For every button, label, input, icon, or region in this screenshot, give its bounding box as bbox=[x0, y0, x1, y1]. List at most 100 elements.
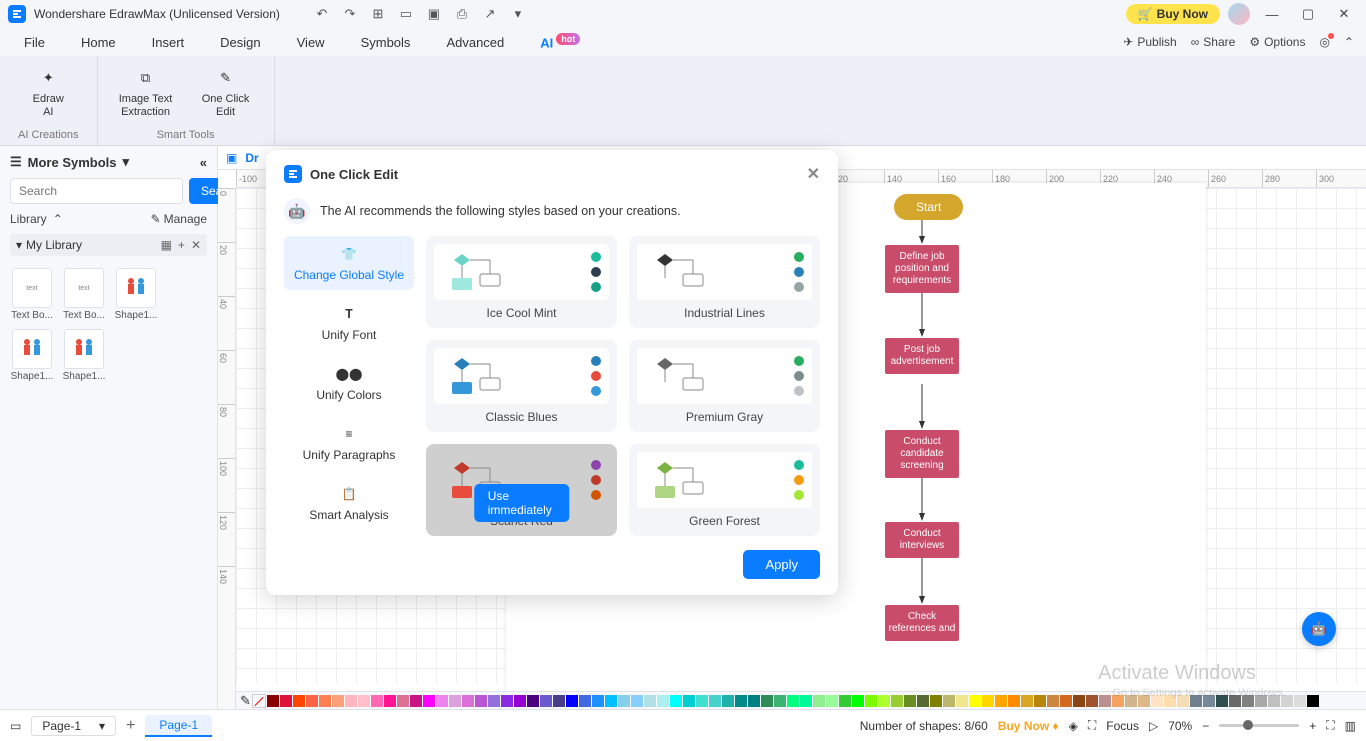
color-swatch[interactable] bbox=[826, 695, 838, 707]
color-swatch[interactable] bbox=[358, 695, 370, 707]
user-avatar[interactable] bbox=[1228, 3, 1250, 25]
color-swatch[interactable] bbox=[774, 695, 786, 707]
page-tab[interactable]: Page-1 bbox=[145, 715, 212, 737]
color-swatch[interactable] bbox=[1229, 695, 1241, 707]
color-swatch[interactable] bbox=[1073, 695, 1085, 707]
style-card[interactable]: Use immediatelyScarlet Red bbox=[426, 444, 617, 536]
color-swatch[interactable] bbox=[436, 695, 448, 707]
color-swatch[interactable] bbox=[514, 695, 526, 707]
color-swatch[interactable] bbox=[995, 695, 1007, 707]
color-swatch[interactable] bbox=[1021, 695, 1033, 707]
modal-close-button[interactable]: ✕ bbox=[807, 164, 820, 184]
color-swatch[interactable] bbox=[345, 695, 357, 707]
fit-icon[interactable]: ⛶ bbox=[1088, 718, 1096, 733]
search-input[interactable] bbox=[10, 178, 183, 204]
image-text-extraction-button[interactable]: ⧉ Image Text Extraction bbox=[116, 66, 176, 119]
use-immediately-button[interactable]: Use immediately bbox=[474, 484, 570, 522]
color-swatch[interactable] bbox=[956, 695, 968, 707]
color-swatch[interactable] bbox=[501, 695, 513, 707]
style-card[interactable]: Ice Cool Mint bbox=[426, 236, 617, 328]
save-icon[interactable]: ▣ bbox=[424, 4, 444, 24]
color-swatch[interactable] bbox=[1307, 695, 1319, 707]
color-swatch[interactable] bbox=[1177, 695, 1189, 707]
open-icon[interactable]: ▭ bbox=[396, 4, 416, 24]
color-swatch[interactable] bbox=[410, 695, 422, 707]
manage-button[interactable]: ✎ Manage bbox=[151, 212, 207, 226]
collapse-panel-icon[interactable]: « bbox=[200, 155, 207, 170]
layers-icon[interactable]: ◈ bbox=[1069, 719, 1078, 733]
shape-item[interactable]: textText Bo... bbox=[62, 268, 106, 321]
color-swatch[interactable] bbox=[319, 695, 331, 707]
shape-item[interactable]: Shape1... bbox=[62, 329, 106, 382]
grid-icon[interactable]: ▦ bbox=[161, 238, 172, 252]
shape-item[interactable]: Shape1... bbox=[10, 329, 54, 382]
process-node[interactable]: Define job position and requirements bbox=[885, 245, 959, 293]
color-swatch[interactable] bbox=[878, 695, 890, 707]
publish-button[interactable]: ✈ Publish bbox=[1123, 35, 1176, 49]
close-button[interactable]: ✕ bbox=[1330, 3, 1358, 25]
color-swatch[interactable] bbox=[1138, 695, 1150, 707]
color-swatch[interactable] bbox=[722, 695, 734, 707]
color-swatch[interactable] bbox=[696, 695, 708, 707]
color-swatch[interactable] bbox=[462, 695, 474, 707]
color-swatch[interactable] bbox=[332, 695, 344, 707]
dropdown-icon[interactable]: ▾ bbox=[508, 4, 528, 24]
color-swatch[interactable] bbox=[1034, 695, 1046, 707]
color-swatch[interactable] bbox=[657, 695, 669, 707]
color-swatch[interactable] bbox=[943, 695, 955, 707]
my-library-header[interactable]: ▾My Library ▦ + ✕ bbox=[10, 234, 207, 256]
share-button[interactable]: ∞ Share bbox=[1191, 35, 1236, 49]
add-icon[interactable]: + bbox=[178, 238, 185, 252]
color-swatch[interactable] bbox=[1086, 695, 1098, 707]
menu-file[interactable]: File bbox=[24, 35, 45, 50]
color-swatch[interactable] bbox=[475, 695, 487, 707]
color-swatch[interactable] bbox=[1190, 695, 1202, 707]
color-swatch[interactable] bbox=[735, 695, 747, 707]
color-swatch[interactable] bbox=[813, 695, 825, 707]
focus-button[interactable]: Focus bbox=[1106, 719, 1139, 733]
color-swatch[interactable] bbox=[1203, 695, 1215, 707]
process-node[interactable]: Conduct candidate screening bbox=[885, 430, 959, 478]
color-swatch[interactable] bbox=[982, 695, 994, 707]
color-swatch[interactable] bbox=[540, 695, 552, 707]
color-swatch[interactable] bbox=[904, 695, 916, 707]
style-card[interactable]: Green Forest bbox=[629, 444, 820, 536]
color-swatch[interactable] bbox=[1099, 695, 1111, 707]
pages-icon[interactable]: ▭ bbox=[10, 719, 21, 733]
color-swatch[interactable] bbox=[1268, 695, 1280, 707]
start-node[interactable]: Start bbox=[894, 194, 963, 220]
eyedropper-icon[interactable]: ✎ bbox=[240, 693, 251, 709]
modal-option[interactable]: ≡Unify Paragraphs bbox=[284, 416, 414, 470]
color-swatch[interactable] bbox=[423, 695, 435, 707]
color-swatch[interactable] bbox=[384, 695, 396, 707]
color-swatch[interactable] bbox=[371, 695, 383, 707]
buy-now-button[interactable]: 🛒Buy Now bbox=[1126, 4, 1220, 24]
panel-icon[interactable]: ▥ bbox=[1345, 719, 1356, 733]
ai-chat-fab[interactable]: 🤖 bbox=[1302, 612, 1336, 646]
color-swatch[interactable] bbox=[488, 695, 500, 707]
color-swatch[interactable] bbox=[1047, 695, 1059, 707]
color-swatch[interactable] bbox=[1242, 695, 1254, 707]
color-swatch[interactable] bbox=[683, 695, 695, 707]
edraw-ai-button[interactable]: ✦ Edraw AI bbox=[18, 66, 78, 119]
color-swatch[interactable] bbox=[527, 695, 539, 707]
process-node[interactable]: Check references and bbox=[885, 605, 959, 641]
color-swatch[interactable] bbox=[553, 695, 565, 707]
color-swatch[interactable] bbox=[1112, 695, 1124, 707]
color-swatch[interactable] bbox=[306, 695, 318, 707]
color-swatch[interactable] bbox=[644, 695, 656, 707]
remove-icon[interactable]: ✕ bbox=[191, 238, 201, 252]
collapse-ribbon-icon[interactable]: ⌃ bbox=[1344, 35, 1354, 49]
color-swatch[interactable] bbox=[787, 695, 799, 707]
color-swatch[interactable] bbox=[761, 695, 773, 707]
color-swatch[interactable] bbox=[1294, 695, 1306, 707]
zoom-in-button[interactable]: + bbox=[1309, 719, 1316, 733]
menu-symbols[interactable]: Symbols bbox=[361, 35, 411, 50]
redo-icon[interactable]: ↷ bbox=[340, 4, 360, 24]
color-swatch[interactable] bbox=[267, 695, 279, 707]
color-swatch[interactable] bbox=[293, 695, 305, 707]
play-icon[interactable]: ▷ bbox=[1149, 719, 1158, 733]
menu-advanced[interactable]: Advanced bbox=[446, 35, 504, 50]
shape-item[interactable]: Shape1... bbox=[114, 268, 158, 321]
doc-tab[interactable]: Dr bbox=[245, 151, 258, 165]
